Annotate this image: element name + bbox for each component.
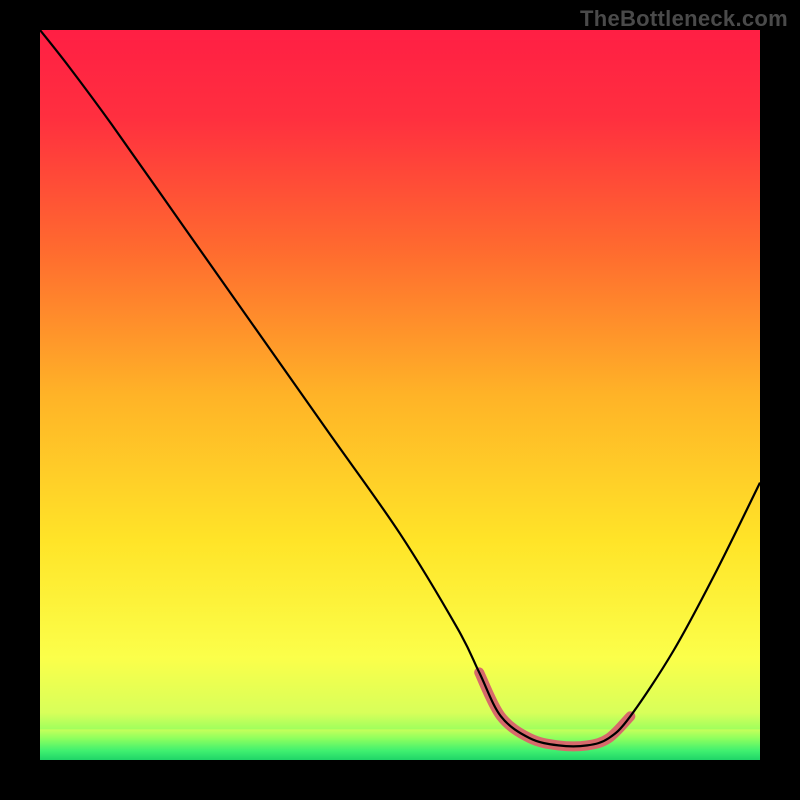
highlight-segment <box>479 672 630 746</box>
chart-frame: TheBottleneck.com <box>0 0 800 800</box>
bottleneck-curve <box>40 30 760 746</box>
curve-layer <box>40 30 760 760</box>
watermark-text: TheBottleneck.com <box>580 6 788 32</box>
plot-area <box>40 30 760 760</box>
